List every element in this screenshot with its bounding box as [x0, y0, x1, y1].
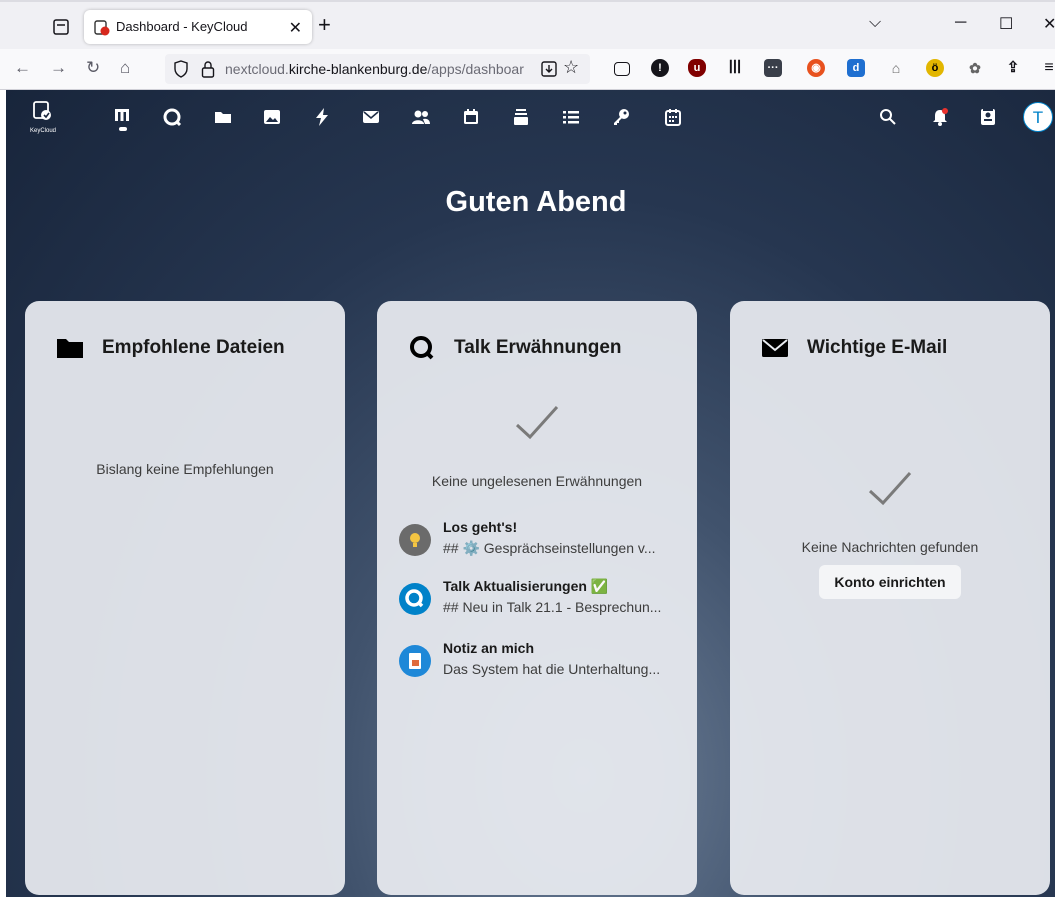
note-avatar [399, 645, 431, 677]
panel-talk-mentions: Talk Erwähnungen Keine ungelesenen Erwäh… [377, 301, 697, 895]
setup-account-button[interactable]: Konto einrichten [819, 565, 961, 599]
panel-title-mail: Wichtige E-Mail [761, 335, 947, 361]
contacts-menu-icon[interactable] [978, 107, 1000, 127]
extension-info-icon[interactable]: ! [651, 59, 669, 77]
extension-puzzle-icon[interactable]: ✿ [966, 59, 984, 77]
minimize-icon[interactable]: ─ [955, 14, 966, 32]
extension-robot-icon[interactable]: ⌂ [887, 59, 905, 77]
checkmark-icon [868, 471, 912, 506]
browser-tab-dashboard[interactable]: Dashboard - KeyCloud ✕ [84, 10, 312, 44]
talk-logo-icon [410, 336, 434, 360]
reader-view-icon[interactable] [614, 62, 630, 76]
lightbulb-avatar [399, 524, 431, 556]
empty-state-text: Bislang keine Empfehlungen [96, 461, 274, 477]
greeting-title: Guten Abend [445, 186, 627, 218]
lock-icon[interactable] [201, 60, 215, 78]
list-item[interactable]: Notiz an mich Das System hat die Unterha… [399, 640, 679, 688]
new-tab-icon[interactable]: + [318, 14, 331, 36]
tab-close-icon[interactable]: ✕ [289, 18, 302, 38]
notifications-bell-icon[interactable] [930, 107, 952, 127]
files-icon[interactable] [213, 107, 235, 127]
duckduckgo-icon[interactable]: ◉ [807, 59, 825, 77]
panel-title-text: Empfohlene Dateien [102, 337, 285, 358]
home-icon[interactable]: ⌂ [120, 58, 130, 78]
tab-overflow-chevron-icon[interactable]: ⌵ [869, 14, 881, 32]
deck-icon[interactable] [511, 107, 533, 127]
tracking-shield-icon[interactable] [173, 60, 189, 78]
panel-title-files: Empfohlene Dateien [56, 335, 285, 361]
svg-text:KeyCloud: KeyCloud [30, 128, 56, 134]
page-action-icon[interactable] [540, 60, 558, 78]
bookmark-star-icon[interactable]: ☆ [563, 57, 579, 78]
list-item[interactable]: Talk Aktualisierungen ✅ ## Neu in Talk 2… [399, 578, 679, 626]
user-avatar[interactable]: T [1023, 102, 1053, 132]
empty-state-text: Keine Nachrichten gefunden [801, 539, 979, 555]
app-header: KeyCloud T [6, 90, 1055, 140]
extension-blue-icon[interactable]: d [847, 59, 865, 77]
extension-owl-icon[interactable]: ö [926, 59, 944, 77]
checkmark-icon [515, 405, 559, 440]
dashboard-icon[interactable] [112, 107, 134, 127]
url-bar[interactable]: nextcloud.kirche-blankenburg.de/apps/das… [165, 54, 590, 84]
back-icon[interactable]: ← [14, 58, 31, 78]
nextcloud-app: KeyCloud T Guten Abend Empfohlene Dateie… [6, 90, 1055, 897]
tab-list-icon[interactable] [50, 16, 72, 38]
browser-navbar: ← → ↻ ⌂ nextcloud.kirche-blankenburg.de/… [0, 49, 1055, 90]
photos-icon[interactable] [262, 107, 284, 127]
maximize-icon[interactable]: ☐ [999, 14, 1013, 34]
item-subtitle: Das System hat die Unterhaltung... [443, 661, 661, 677]
envelope-icon [762, 339, 788, 357]
contacts-icon[interactable] [411, 107, 433, 127]
ublock-origin-icon[interactable]: u [688, 59, 706, 77]
calendar-alt-icon[interactable] [663, 107, 685, 127]
panel-title-text: Wichtige E-Mail [807, 337, 948, 358]
window-close-icon[interactable]: ✕ [1043, 14, 1055, 34]
panel-important-mail: Wichtige E-Mail Keine Nachrichten gefund… [730, 301, 1050, 895]
extension-dots-icon[interactable]: ··· [764, 59, 782, 77]
menu-icon[interactable]: ≡ [1040, 59, 1055, 77]
item-subtitle: ## Neu in Talk 21.1 - Besprechun... [443, 599, 662, 615]
share-icon[interactable]: ⇪ [1004, 59, 1022, 77]
item-title: Talk Aktualisierungen ✅ [443, 578, 609, 594]
panel-recommended-files: Empfohlene Dateien Bislang keine Empfehl… [25, 301, 345, 895]
mail-icon[interactable] [361, 107, 383, 127]
passwords-icon[interactable] [611, 107, 633, 127]
item-subtitle: ## ⚙️ Gesprächseinstellungen v... [443, 540, 656, 556]
empty-state-text: Keine ungelesenen Erwähnungen [431, 473, 643, 489]
panel-title-text: Talk Erwähnungen [454, 337, 622, 358]
talk-icon[interactable] [162, 107, 184, 127]
extension-bars-icon[interactable]: ꟾꟾꟾ [726, 59, 744, 77]
calendar-icon[interactable] [461, 107, 483, 127]
search-icon[interactable] [878, 107, 900, 127]
activity-icon[interactable] [312, 107, 334, 127]
tasks-icon[interactable] [561, 107, 583, 127]
panel-title-talk: Talk Erwähnungen [408, 335, 622, 361]
browser-tabbar: Dashboard - KeyCloud ✕ + ⌵ ─ ☐ ✕ [0, 0, 1055, 51]
folder-icon [57, 339, 83, 358]
list-item[interactable]: Los geht's! ## ⚙️ Gesprächseinstellungen… [399, 519, 679, 567]
keycloud-logo[interactable]: KeyCloud [28, 100, 64, 136]
active-app-indicator [119, 127, 127, 131]
item-title: Los geht's! [443, 519, 518, 535]
forward-icon[interactable]: → [50, 58, 67, 78]
url-text[interactable]: nextcloud.kirche-blankenburg.de/apps/das… [225, 61, 535, 77]
reload-icon[interactable]: ↻ [86, 58, 100, 78]
keycloud-favicon [94, 20, 110, 36]
talk-avatar [399, 583, 431, 615]
item-title: Notiz an mich [443, 640, 535, 656]
tab-title: Dashboard - KeyCloud [116, 19, 248, 34]
